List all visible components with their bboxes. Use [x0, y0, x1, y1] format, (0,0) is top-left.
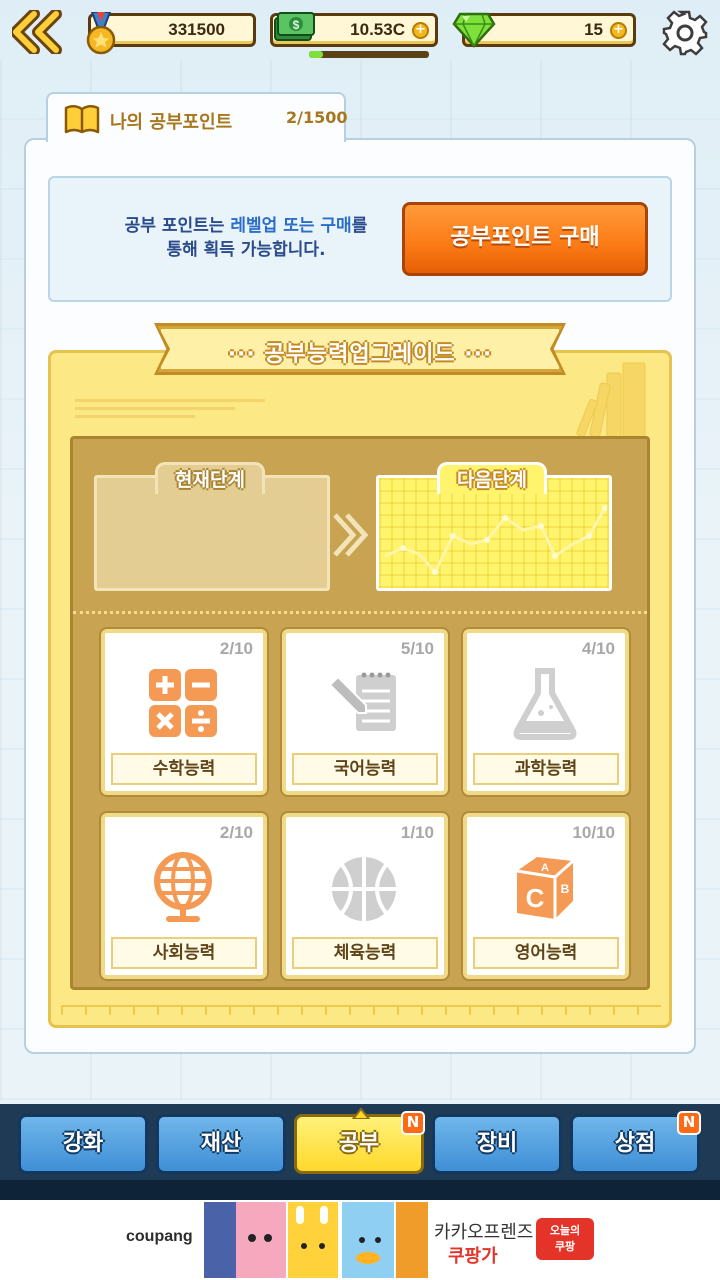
notepad-pencil-icon	[328, 672, 396, 731]
abc-block-icon: C A B	[516, 857, 574, 919]
add-gems-button[interactable]: +	[610, 22, 627, 39]
double-chevron-left-icon	[10, 8, 62, 56]
ability-math[interactable]: 2/10 수학능력	[101, 629, 267, 795]
divider-dotted	[73, 611, 647, 614]
ad-brand: coupang	[126, 1228, 193, 1245]
current-stage-label: 현재단계	[155, 462, 265, 494]
svg-text:A: A	[541, 862, 549, 874]
tab-shop[interactable]: 상점 N	[570, 1111, 701, 1174]
back-button[interactable]	[10, 8, 64, 56]
add-cash-button[interactable]: +	[412, 22, 429, 39]
medal-points-value: 331500	[168, 20, 225, 39]
calculator-icon	[149, 669, 217, 737]
svg-text:C: C	[526, 883, 545, 913]
gem-icon	[452, 12, 496, 48]
ability-pe[interactable]: 1/10 체육능력	[282, 813, 448, 979]
settings-gear-icon[interactable]	[660, 8, 710, 58]
info-line2: 통해 획득 가능합니다.	[166, 240, 326, 260]
book-icon	[64, 105, 100, 134]
ability-label: 체육능력	[292, 937, 438, 969]
ability-count: 5/10	[400, 639, 434, 658]
upgrade-inner-board: 현재단계 다음단계 2/10 수학능력 5/10 국어능력 4/10 과학능력 …	[70, 436, 650, 990]
top-bar: 331500 10.53C + $ 15 +	[0, 0, 720, 62]
ability-count: 1/10	[400, 823, 434, 842]
new-badge: N	[401, 1111, 425, 1135]
tab-enhance[interactable]: 강화	[18, 1114, 148, 1174]
medal-icon	[86, 12, 116, 55]
next-stage-label: 다음단계	[437, 462, 547, 494]
ability-label: 수학능력	[111, 753, 257, 785]
ability-label: 영어능력	[473, 937, 619, 969]
ad-line2: 쿠팡가	[448, 1246, 498, 1267]
bottom-nav: 강화 재산 공부 N 장비 상점 N	[0, 1104, 720, 1180]
globe-icon	[154, 852, 212, 922]
decor-lines	[75, 399, 265, 418]
ability-label: 사회능력	[111, 937, 257, 969]
ability-science[interactable]: 4/10 과학능력	[463, 629, 629, 795]
study-points-tab: 나의 공부포인트 2/1500	[46, 92, 348, 142]
nav-bottom-strip	[0, 1180, 720, 1200]
tab-equipment[interactable]: 장비	[432, 1114, 562, 1174]
gems-value: 15	[584, 20, 603, 39]
info-line1-highlight: 레벨업 또는 구매	[230, 216, 352, 236]
ability-english[interactable]: 10/10 C A B 영어능력	[463, 813, 629, 979]
ad-coupon-button[interactable]: 오늘의 쿠팡	[536, 1218, 594, 1260]
arrow-right-icon	[333, 513, 369, 557]
flask-icon	[513, 668, 577, 740]
graph-line-icon	[384, 505, 607, 575]
info-line1-c: 를	[351, 216, 368, 236]
ability-count: 2/10	[219, 639, 253, 658]
money-stack-icon: $	[274, 12, 315, 41]
ability-label: 국어능력	[292, 753, 438, 785]
info-text: 공부 포인트는 레벨업 또는 구매를 통해 획득 가능합니다.	[110, 214, 382, 262]
ability-label: 과학능력	[473, 753, 619, 785]
info-box: 공부 포인트는 레벨업 또는 구매를 통해 획득 가능합니다. 공부포인트 구매	[48, 176, 672, 302]
ability-count: 2/10	[219, 823, 253, 842]
ruler-decor	[61, 1005, 661, 1015]
books-decor-icon	[576, 362, 646, 438]
ability-count: 4/10	[581, 639, 615, 658]
info-line1-a: 공부 포인트는	[124, 216, 231, 236]
buy-study-points-button[interactable]: 공부포인트 구매	[402, 202, 648, 276]
study-points-title: 나의 공부포인트	[110, 112, 233, 133]
tab-label: 재산	[200, 1131, 242, 1156]
cash-progress-fill	[309, 51, 324, 58]
tab-study[interactable]: 공부 N	[294, 1107, 425, 1174]
next-stage-box: 다음단계	[376, 462, 612, 591]
basketball-icon	[332, 857, 396, 921]
tab-label: 공부	[338, 1131, 380, 1156]
coupon-line2: 쿠팡	[554, 1240, 576, 1253]
ability-social[interactable]: 2/10 사회능력	[101, 813, 267, 979]
ad-line1: 카카오프렌즈	[434, 1222, 534, 1243]
ad-banner[interactable]: coupang 카카오프렌즈 쿠팡가 오늘의 쿠팡	[0, 1200, 720, 1280]
ability-count: 10/10	[572, 823, 615, 842]
upgrade-ribbon: ··· 공부능력업그레이드 ···	[158, 326, 562, 372]
cash-value: 10.53C	[350, 20, 405, 39]
tab-assets[interactable]: 재산	[156, 1114, 286, 1174]
upgrade-title: ··· 공부능력업그레이드 ···	[227, 342, 493, 367]
tab-label: 강화	[62, 1131, 104, 1156]
coupon-line1: 오늘의	[549, 1224, 581, 1237]
tab-label: 장비	[476, 1131, 518, 1156]
ability-korean[interactable]: 5/10 국어능력	[282, 629, 448, 795]
active-indicator-icon	[351, 1107, 371, 1119]
kakao-friends-characters-image	[204, 1202, 428, 1278]
new-badge: N	[677, 1111, 701, 1135]
study-points-count: 2/1500	[286, 108, 348, 127]
tab-label: 상점	[614, 1131, 656, 1156]
svg-text:B: B	[561, 882, 570, 896]
current-stage-box: 현재단계	[94, 462, 330, 591]
cash-progress-bar	[309, 51, 429, 58]
svg-text:$: $	[293, 18, 300, 32]
